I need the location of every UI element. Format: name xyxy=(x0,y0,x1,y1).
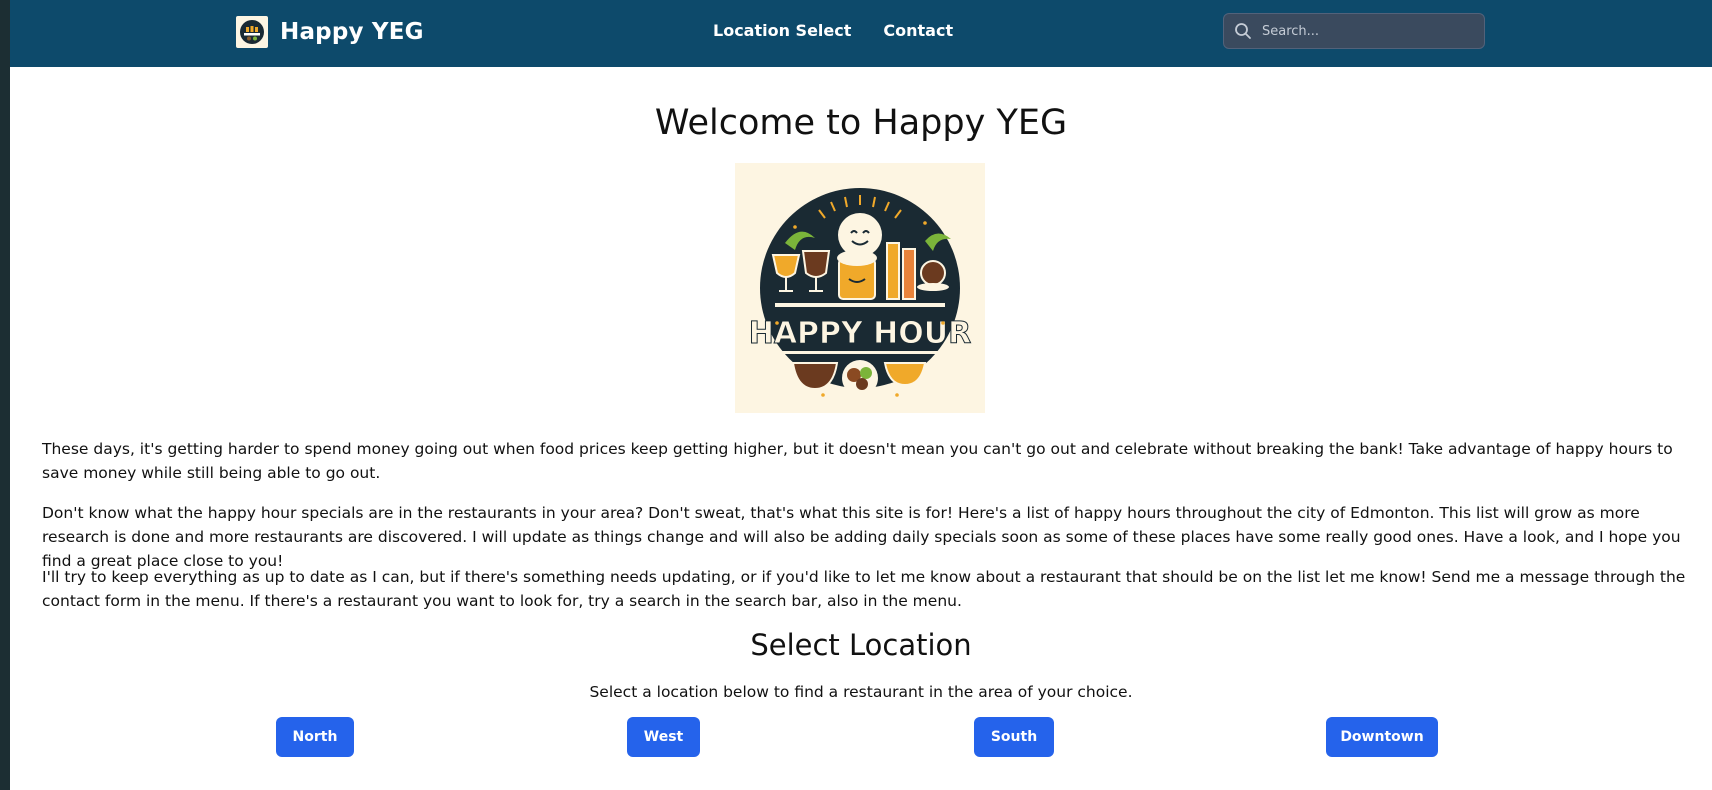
select-location-title: Select Location xyxy=(750,628,972,662)
nav-contact[interactable]: Contact xyxy=(883,21,953,40)
search-box[interactable] xyxy=(1223,13,1485,49)
navbar: Happy YEG Location Select Contact xyxy=(10,0,1712,67)
page: Happy YEG Location Select Contact Welcom… xyxy=(10,0,1712,790)
intro-paragraph-1: These days, it's getting harder to spend… xyxy=(42,440,1673,482)
north-button[interactable]: North xyxy=(276,717,354,757)
intro-paragraph-2: Don't know what the happy hour specials … xyxy=(42,504,1681,570)
brand-logo-icon[interactable] xyxy=(236,16,268,48)
intro-paragraph-3: I'll try to keep everything as up to dat… xyxy=(42,568,1686,610)
brand-title[interactable]: Happy YEG xyxy=(280,19,424,45)
select-location-subtitle: Select a location below to find a restau… xyxy=(589,683,1133,701)
page-title: Welcome to Happy YEG xyxy=(654,103,1068,143)
search-icon xyxy=(1234,22,1252,44)
happy-hour-logo: HAPPY HOUR xyxy=(735,163,985,413)
west-button[interactable]: West xyxy=(627,717,700,757)
search-input[interactable] xyxy=(1262,14,1477,48)
nav-location-select[interactable]: Location Select xyxy=(713,21,851,40)
logo-text: HAPPY HOUR xyxy=(749,316,972,351)
south-button[interactable]: South xyxy=(974,717,1054,757)
brand[interactable]: Happy YEG xyxy=(236,16,424,48)
downtown-button[interactable]: Downtown xyxy=(1326,717,1438,757)
nav-links: Location Select Contact xyxy=(713,21,953,40)
